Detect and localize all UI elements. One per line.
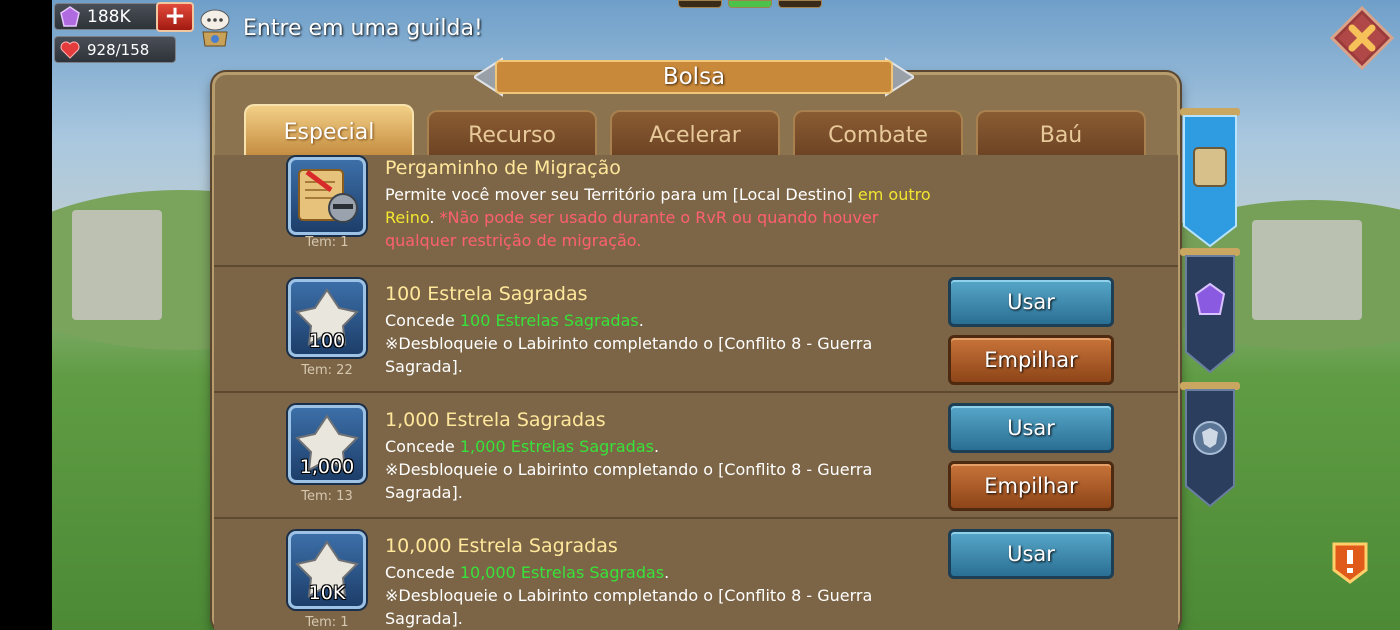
tab-combate[interactable]: Combate (793, 110, 963, 158)
item-quantity-label: 1,000 (299, 456, 355, 478)
item-unlock-note: ※Desbloqueie o Labirinto completando o [… (385, 334, 873, 376)
title-banner-label: Bolsa (474, 57, 914, 97)
item-description-text: . (653, 437, 660, 456)
item-description-highlight: 1,000 Estrelas Sagradas (459, 437, 654, 456)
item-description: Concede 1,000 Estrelas Sagradas. ※Desblo… (385, 435, 925, 504)
item-description: Permite você mover seu Território para u… (385, 183, 945, 252)
item-description-text: . (664, 563, 670, 582)
item-description: Concede 100 Estrelas Sagradas. ※Desbloqu… (385, 309, 925, 378)
tab-acelerar[interactable]: Acelerar (610, 110, 780, 158)
background-ruin (1252, 220, 1362, 320)
item-description-text: Permite você mover seu Território para u… (385, 185, 858, 204)
list-item: Tem: 1 Pergaminho de Migração Permite vo… (214, 155, 1178, 267)
holy-star-icon: 10K (288, 531, 366, 609)
tab-recurso[interactable]: Recurso (427, 110, 597, 158)
close-button[interactable] (1330, 6, 1394, 70)
stamina-value: 928/158 (87, 40, 150, 59)
page-dot (678, 0, 722, 8)
holy-star-icon: 1,000 (288, 405, 366, 483)
scroll-map-icon (1193, 147, 1227, 187)
alert-icon[interactable] (1330, 540, 1370, 584)
holy-star-icon: 100 (288, 279, 366, 357)
item-description-text: . (638, 311, 644, 330)
list-item: 10K Tem: 1 10,000 Estrela Sagradas Conce… (214, 519, 1178, 630)
guild-prompt[interactable]: Entre em uma guilda! (197, 8, 483, 48)
item-description-highlight: 10,000 Estrelas Sagradas (459, 563, 665, 582)
stamina-counter: 928/158 (54, 36, 176, 63)
tab-especial[interactable]: Especial (244, 104, 414, 158)
guild-prompt-text: Entre em uma guilda! (243, 15, 483, 41)
background-ruin (72, 210, 162, 320)
item-description-text: . (429, 208, 440, 227)
item-name: 100 Estrela Sagradas (385, 283, 588, 305)
item-owned-count: Tem: 1 (305, 615, 349, 630)
item-description-text: Concede (385, 437, 460, 456)
item-description-text: Concede (385, 311, 460, 330)
list-item: 1,000 Tem: 13 1,000 Estrela Sagradas Con… (214, 393, 1178, 519)
stack-button[interactable]: Empilhar (948, 335, 1114, 385)
item-unlock-note: ※Desbloqueie o Labirinto completando o [… (385, 460, 873, 502)
side-tab-equipment[interactable] (1180, 382, 1240, 510)
item-name: 1,000 Estrela Sagradas (385, 409, 606, 431)
heart-icon (60, 41, 80, 59)
page-dot (778, 0, 822, 8)
item-owned-count: Tem: 1 (305, 235, 349, 250)
tab-bau[interactable]: Baú (976, 110, 1146, 158)
item-unlock-note: ※Desbloqueie o Labirinto completando o [… (385, 586, 873, 628)
item-description-text: Concede (385, 563, 460, 582)
page-indicator (678, 0, 822, 8)
item-list: Tem: 1 Pergaminho de Migração Permite vo… (214, 155, 1178, 630)
item-name: Pergaminho de Migração (385, 157, 621, 179)
use-button[interactable]: Usar (948, 277, 1114, 327)
use-button[interactable]: Usar (948, 529, 1114, 579)
buy-gems-button[interactable]: + (156, 2, 194, 32)
item-description-highlight: 100 Estrelas Sagradas (459, 311, 639, 330)
gems-value: 188K (87, 6, 131, 27)
game-background: 188K + 928/158 Entre em uma guilda! Espe… (52, 0, 1400, 630)
item-owned-count: Tem: 22 (301, 363, 353, 378)
item-description: Concede 10,000 Estrelas Sagradas. ※Desbl… (385, 561, 925, 630)
gem-icon (60, 6, 80, 27)
migration-scroll-icon (288, 157, 366, 235)
side-tab-gems[interactable] (1180, 248, 1240, 376)
stack-button[interactable]: Empilhar (948, 461, 1114, 511)
page-dot-active (728, 0, 772, 8)
item-quantity-label: 100 (308, 330, 346, 352)
list-item: 100 Tem: 22 100 Estrela Sagradas Concede… (214, 267, 1178, 393)
use-button[interactable]: Usar (948, 403, 1114, 453)
item-owned-count: Tem: 13 (301, 489, 353, 504)
item-quantity-label: 10K (308, 582, 346, 604)
panel-title: Bolsa (662, 64, 726, 90)
item-description-warning: *Não pode ser usado durante o RvR ou qua… (385, 208, 879, 250)
side-tab-items[interactable] (1180, 108, 1240, 250)
item-name: 10,000 Estrela Sagradas (385, 535, 618, 557)
guild-chat-icon (200, 9, 230, 47)
